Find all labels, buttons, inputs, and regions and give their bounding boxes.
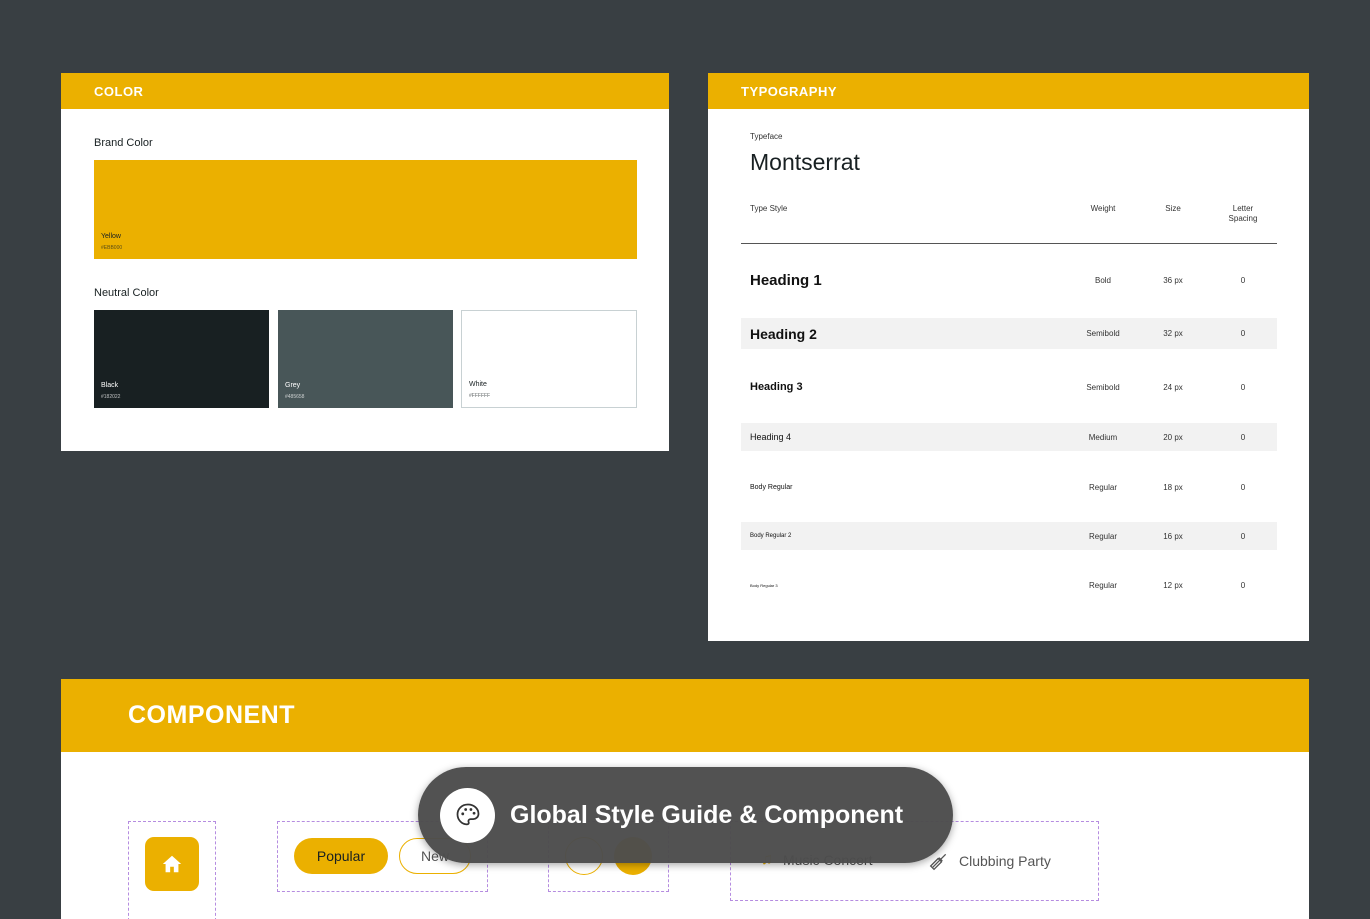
type-spacing: 0 [1240, 432, 1246, 442]
swatch-name: Yellow [101, 233, 121, 240]
type-row: Heading 1 Bold 36 px 0 [741, 265, 1277, 295]
swatch-hex: #FFFFFF [469, 393, 491, 399]
type-spacing: 0 [1240, 382, 1246, 392]
brand-color-label: Brand Color [94, 137, 153, 149]
type-row: Heading 3 Semibold 24 px 0 [741, 372, 1277, 402]
typography-header: TYPOGRAPHY [708, 73, 1309, 109]
menu-item-label: Clubbing Party [959, 853, 1051, 869]
type-spacing: 0 [1240, 482, 1246, 492]
typography-panel: TYPOGRAPHY Typeface Montserrat Type Styl… [708, 73, 1309, 641]
type-weight: Semibold [1086, 382, 1120, 392]
typeface-label: Typeface [750, 132, 783, 141]
type-size: 20 px [1163, 432, 1183, 442]
type-weight: Semibold [1086, 329, 1120, 338]
type-spacing: 0 [1240, 275, 1246, 285]
type-size: 36 px [1163, 275, 1183, 285]
type-row: Body Regular 2 Regular 16 px 0 [741, 522, 1277, 550]
type-weight: Regular [1088, 580, 1117, 590]
color-panel: COLOR Brand Color Yellow #EBB000 Neutral… [61, 73, 669, 451]
swatch-name: White [469, 381, 487, 388]
type-spacing: 0 [1240, 580, 1246, 590]
type-name: Body Regular [750, 483, 793, 491]
type-name: Heading 2 [750, 325, 817, 342]
brand-swatch-yellow: Yellow #EBB000 [94, 160, 637, 259]
palette-icon [456, 803, 479, 826]
type-row: Body Regular Regular 18 px 0 [741, 473, 1277, 501]
type-name: Heading 1 [750, 271, 822, 289]
badge-title: Global Style Guide & Component [510, 800, 904, 829]
header-divider [741, 243, 1277, 244]
type-weight: Medium [1088, 432, 1118, 442]
palette-icon-circle [440, 787, 495, 843]
neutral-swatch-white: White #FFFFFF [461, 310, 637, 408]
title-badge: Global Style Guide & Component [418, 767, 953, 863]
popular-pill[interactable]: Popular [294, 838, 388, 874]
component-header: COMPONENT [61, 679, 1309, 752]
home-button[interactable] [145, 837, 199, 891]
col-type-style: Type Style [750, 204, 788, 213]
type-name: Heading 4 [750, 432, 792, 442]
color-header: COLOR [61, 73, 669, 109]
type-name: Heading 3 [750, 381, 803, 393]
type-weight: Regular [1088, 482, 1117, 492]
neutral-swatch-grey: Grey #485658 [278, 310, 453, 408]
swatch-name: Black [101, 382, 119, 389]
type-size: 16 px [1163, 531, 1183, 541]
swatch-name: Grey [285, 382, 301, 389]
swatch-hex: #485658 [285, 394, 305, 400]
type-spacing: 0 [1240, 531, 1246, 541]
type-row: Body Regular 3 Regular 12 px 0 [741, 571, 1277, 599]
swatch-hex: #EBB000 [101, 245, 123, 251]
home-icon [162, 855, 182, 873]
type-size: 32 px [1163, 329, 1183, 338]
type-size: 24 px [1163, 382, 1183, 392]
type-size: 18 px [1163, 482, 1183, 492]
typeface-name: Montserrat [750, 149, 860, 175]
type-row: Heading 2 Semibold 32 px 0 [741, 318, 1277, 349]
type-weight: Regular [1088, 531, 1117, 541]
type-spacing: 0 [1240, 329, 1246, 338]
type-name: Body Regular 2 [750, 533, 792, 539]
type-name: Body Regular 3 [750, 582, 778, 588]
col-letter-spacing: Letter Spacing [1228, 204, 1258, 223]
type-row: Heading 4 Medium 20 px 0 [741, 423, 1277, 451]
type-weight: Bold [1094, 275, 1111, 285]
type-size: 12 px [1163, 580, 1183, 590]
col-weight: Weight [1090, 204, 1116, 213]
neutral-color-label: Neutral Color [94, 287, 159, 299]
menu-item-clubbing[interactable]: Clubbing Party [929, 851, 1051, 871]
swatch-hex: #182022 [101, 394, 121, 400]
col-size: Size [1165, 204, 1181, 213]
neutral-swatch-black: Black #182022 [94, 310, 269, 408]
